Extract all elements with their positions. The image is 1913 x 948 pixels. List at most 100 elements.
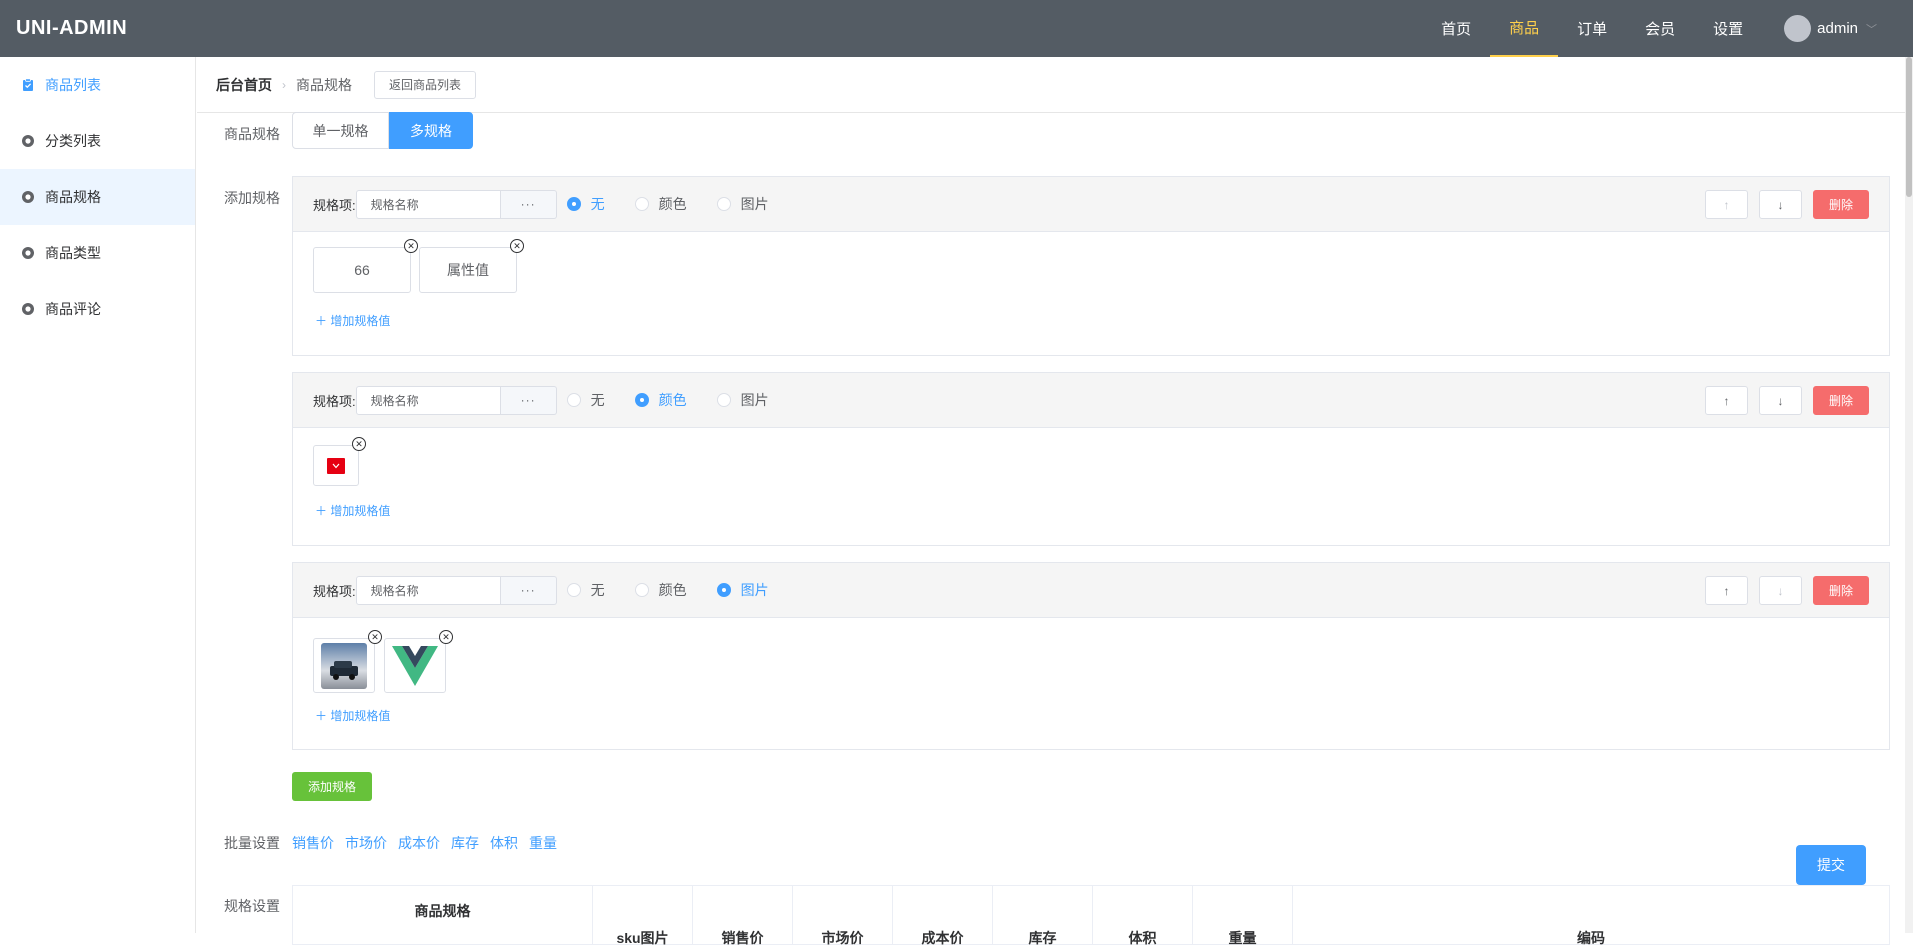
spec-values: 66 ✕ 属性值 ✕ [313,239,525,293]
sidebar-item-goods-spec[interactable]: 商品规格 [0,169,195,225]
table-header-cell: sku图片 [593,886,693,946]
spec-item-label: 规格项: [313,393,356,409]
page-scrollbar[interactable] [1905,57,1913,933]
back-to-goods-list-button[interactable]: 返回商品列表 [374,70,477,99]
radio-label: 颜色 [658,582,687,598]
table-header-cell: 体积 [1093,886,1193,946]
circle-gear-icon [20,189,36,205]
spec-name-input[interactable]: 规格名称 [355,575,501,605]
add-value-text: 增加规格值 [330,314,391,328]
spec-image-car[interactable]: ✕ [313,630,382,693]
breadcrumb: 后台首页 › 商品规格 返回商品列表 [197,57,1905,113]
remove-value-icon[interactable]: ✕ [368,630,382,644]
radio-label: 颜色 [658,196,687,212]
spec-values: ✕ [313,437,366,486]
move-down-button[interactable]: ↓ [1759,576,1802,605]
spec-item-actions: ↑ ↓ 删除 [1694,576,1869,605]
vue-logo-image [392,645,438,686]
spec-value-input[interactable]: 属性值 ✕ [419,239,524,293]
batch-market-price-link[interactable]: 市场价 [345,833,387,853]
remove-value-icon[interactable]: ✕ [439,630,453,644]
spec-settings-label: 规格设置 [224,898,280,914]
add-value-text: 增加规格值 [330,504,391,518]
delete-button[interactable]: 删除 [1813,576,1869,605]
spec-label: 商品规格 [224,126,280,142]
move-up-button[interactable]: ↑ [1705,190,1748,219]
remove-value-icon[interactable]: ✕ [404,239,418,253]
table-header-cell: 重量 [1193,886,1293,946]
add-value-link[interactable]: ＋ 增加规格值 [315,502,390,519]
table-header-cell: 商品规格 [293,886,593,944]
radio-dot [634,583,649,597]
table-header-cell: 编码 [1577,930,1605,946]
radio-dot [566,197,581,211]
spec-item-label: 规格项: [313,197,356,213]
single-spec-button[interactable]: 单一规格 [292,112,389,149]
breadcrumb-home[interactable]: 后台首页 [216,75,272,95]
spec-item-card: 规格项: 规格名称 ··· 无 颜色 图片 ↑ ↓ 删除 66 ✕ 属性值 ✕ … [292,176,1890,356]
radio-dot [566,393,581,407]
move-down-button[interactable]: ↓ [1759,190,1802,219]
type-image-radio[interactable]: 图片 [716,580,769,600]
spec-name-input[interactable]: 规格名称 [355,189,501,219]
circle-gear-icon [20,133,36,149]
spec-value-input[interactable]: 66 ✕ [313,239,418,293]
remove-value-icon[interactable]: ✕ [352,437,366,451]
type-none-radio[interactable]: 无 [566,194,605,214]
type-image-radio[interactable]: 图片 [716,194,769,214]
add-value-link[interactable]: ＋ 增加规格值 [315,707,390,724]
batch-cost-price-link[interactable]: 成本价 [398,833,440,853]
spec-image-vue-logo[interactable]: ✕ [384,630,453,693]
type-none-radio[interactable]: 无 [566,390,605,410]
more-button[interactable]: ··· [500,189,557,219]
breadcrumb-separator-icon: › [282,77,286,92]
more-button[interactable]: ··· [500,575,557,605]
sku-table-header: 商品规格 sku图片 销售价 市场价 成本价 库存 体积 重量 编码 [292,885,1890,946]
batch-weight-link[interactable]: 重量 [529,833,557,853]
submit-button[interactable]: 提交 [1796,845,1866,885]
sidebar-item-category-list[interactable]: 分类列表 [0,113,195,169]
type-color-radio[interactable]: 颜色 [634,194,687,214]
table-header-cell: 市场价 [793,886,893,946]
multi-spec-button[interactable]: 多规格 [389,112,473,149]
breadcrumb-current: 商品规格 [296,76,352,93]
move-down-button[interactable]: ↓ [1759,386,1802,415]
batch-volume-link[interactable]: 体积 [490,833,518,853]
type-color-radio[interactable]: 颜色 [634,390,687,410]
type-none-radio[interactable]: 无 [566,580,605,600]
batch-stock-link[interactable]: 库存 [451,833,479,853]
add-value-link[interactable]: ＋ 增加规格值 [315,312,390,329]
delete-button[interactable]: 删除 [1813,386,1869,415]
scrollbar-thumb[interactable] [1906,57,1912,197]
nav-orders[interactable]: 订单 [1558,0,1626,57]
radio-dot [716,197,731,211]
nav-members[interactable]: 会员 [1626,0,1694,57]
sidebar-item-goods-type[interactable]: 商品类型 [0,225,195,281]
remove-value-icon[interactable]: ✕ [510,239,524,253]
add-spec-label: 添加规格 [224,190,280,206]
username: admin [1817,20,1858,37]
sidebar-item-goods-list[interactable]: 商品列表 [0,57,195,113]
spec-item-actions: ↑ ↓ 删除 [1694,386,1869,415]
sidebar: 商品列表 分类列表 商品规格 商品类型 商品评论 [0,57,196,933]
color-swatch[interactable]: ✕ [313,437,366,486]
radio-label: 图片 [740,392,769,408]
batch-sale-price-link[interactable]: 销售价 [292,833,334,853]
add-spec-button[interactable]: 添加规格 [292,772,372,801]
type-color-radio[interactable]: 颜色 [634,580,687,600]
user-menu[interactable]: admin ﹀ [1762,0,1913,57]
spec-name-input[interactable]: 规格名称 [355,385,501,415]
more-button[interactable]: ··· [500,385,557,415]
type-image-radio[interactable]: 图片 [716,390,769,410]
delete-button[interactable]: 删除 [1813,190,1869,219]
nav-home[interactable]: 首页 [1422,0,1490,57]
move-up-button[interactable]: ↑ [1705,386,1748,415]
car-image [321,642,367,689]
sidebar-item-label: 商品列表 [45,77,101,93]
nav-goods[interactable]: 商品 [1490,0,1559,57]
table-header-cell: 库存 [993,886,1093,946]
nav-settings[interactable]: 设置 [1694,0,1762,57]
spec-item-label: 规格项: [313,583,356,599]
move-up-button[interactable]: ↑ [1705,576,1748,605]
sidebar-item-goods-comments[interactable]: 商品评论 [0,281,195,337]
